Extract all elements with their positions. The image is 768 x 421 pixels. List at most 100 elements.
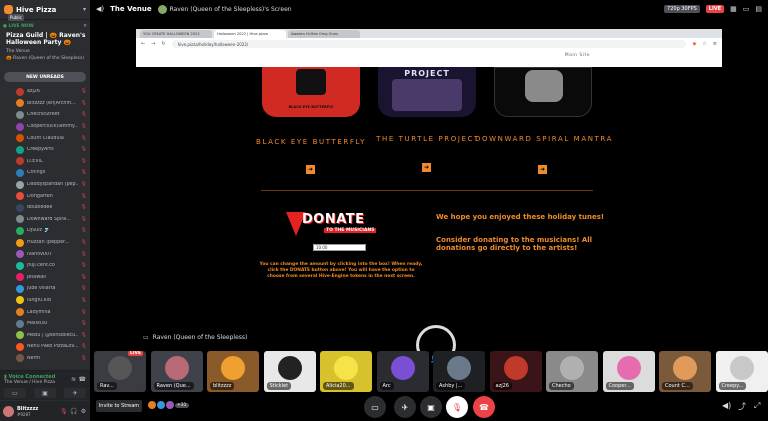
- avatar: [16, 145, 24, 154]
- voice-user-name: MeBu | @sensiblecu...: [27, 332, 78, 338]
- participant-tile[interactable]: Creepy...: [715, 351, 768, 392]
- browser-tab[interactable]: Halloween 2022 | Hive.pizza: [214, 30, 286, 38]
- avatar: [729, 356, 754, 380]
- voice-user-row[interactable]: Dorigarten 🎙: [0, 190, 90, 202]
- gear-icon[interactable]: ⚙: [80, 408, 87, 415]
- voice-location[interactable]: The Venue / Hive Pizza: [4, 380, 55, 385]
- voice-user-row[interactable]: Count Claudula 🎙: [0, 132, 90, 144]
- voice-user-row[interactable]: Nerm 🎙: [0, 353, 90, 365]
- voice-user-row[interactable]: D.EVIL 🎙: [0, 156, 90, 168]
- fullscreen-icon[interactable]: ⤢: [754, 401, 760, 411]
- stream-title[interactable]: Raven (Queen of the Sleepless)'s Screen: [157, 4, 292, 14]
- avatar: [16, 203, 24, 212]
- play-album-button[interactable]: ➜: [422, 163, 431, 172]
- headphones-icon[interactable]: 🎧: [70, 408, 77, 415]
- camera-button[interactable]: ▭: [4, 388, 26, 398]
- screen-share-button[interactable]: ▣: [420, 396, 442, 418]
- activity-button[interactable]: ✈: [64, 388, 86, 398]
- activity-button[interactable]: ✈: [394, 396, 416, 418]
- disconnect-icon[interactable]: ☎: [79, 376, 86, 383]
- voice-user-row[interactable]: blitzzzz (elf|Archm... 🎙: [0, 98, 90, 110]
- voice-user-row[interactable]: ChechoStreet 🎙: [0, 109, 90, 121]
- avatar: [164, 356, 189, 380]
- participant-name: Raven (Que...: [153, 382, 194, 390]
- avatar: [16, 192, 24, 201]
- event-title[interactable]: Pizza Guild | 🎃 Raven's Halloween Party …: [6, 32, 86, 46]
- mute-mic-icon[interactable]: 🎙: [60, 408, 68, 415]
- voice-user-row[interactable]: Huzzah (pepper... 🎙: [0, 237, 90, 249]
- participant-name: Ashby |...: [436, 382, 466, 390]
- donate-button[interactable]: DONATE TO THE MUSICIANS: [286, 212, 396, 240]
- browser-tab[interactable]: Awaken Hi-fide Omg Ones: [288, 30, 360, 38]
- voice-user-row[interactable]: azj26 🎙: [0, 86, 90, 98]
- voice-user-name: doubledee: [27, 205, 53, 211]
- avatar: [157, 4, 167, 14]
- voice-user-row[interactable]: Downward Spira... 🎙: [0, 214, 90, 226]
- volume-icon[interactable]: ◀): [722, 401, 731, 410]
- noise-icon[interactable]: ≋: [71, 376, 76, 383]
- voice-user-row[interactable]: MeBu | @sensiblecu... 🎙: [0, 329, 90, 341]
- voice-user-row[interactable]: Ladymina 🎙: [0, 306, 90, 318]
- avatar[interactable]: [3, 405, 14, 417]
- reload-icon[interactable]: ↻: [161, 41, 165, 47]
- voice-user-row[interactable]: DJSulz 🎐 🎙: [0, 225, 90, 237]
- viewer-avatars[interactable]: +31: [148, 401, 189, 409]
- voice-user-row[interactable]: CreepyArts 🎙: [0, 144, 90, 156]
- muted-mic-icon: 🎙: [81, 135, 87, 141]
- participant-tile[interactable]: Checho: [546, 351, 598, 392]
- participant-tile[interactable]: Sticklet: [263, 351, 316, 392]
- url-bar[interactable]: hive.pizza/holiday/halloween-2022/: [171, 39, 687, 48]
- participant-name: Count C...: [662, 382, 693, 390]
- focus-layout-icon[interactable]: ▭: [743, 5, 750, 13]
- bookmark-icon[interactable]: ☆: [702, 41, 706, 47]
- popout-icon[interactable]: ⤴: [738, 401, 746, 412]
- album-art-turtle-project[interactable]: PROJECT: [378, 67, 476, 117]
- voice-user-row[interactable]: Daddyspandan (pep... 🎙: [0, 179, 90, 191]
- menu-icon[interactable]: ≡: [713, 41, 717, 47]
- grid-layout-icon[interactable]: ▦: [730, 5, 737, 13]
- invite-to-stream-button[interactable]: Invite to Stream: [96, 400, 142, 412]
- participant-tile[interactable]: Ashby |...: [433, 351, 485, 392]
- voice-user-row[interactable]: Maixo30 🎙: [0, 318, 90, 330]
- play-album-button[interactable]: ➜: [306, 165, 315, 174]
- voice-user-row[interactable]: lungfu.kid 🎙: [0, 295, 90, 307]
- muted-mic-icon: 🎙: [81, 112, 87, 118]
- album-art-downward-spiral-mantra[interactable]: [494, 67, 592, 117]
- main-site-link[interactable]: Main Site: [565, 53, 590, 58]
- participant-tile[interactable]: blitzzzz: [207, 351, 259, 392]
- participant-tile[interactable]: azj26: [489, 351, 542, 392]
- voice-user-row[interactable]: ivanov007 🎙: [0, 248, 90, 260]
- close-icon[interactable]: ✕: [83, 24, 87, 29]
- voice-user-row[interactable]: Cthings 🎙: [0, 167, 90, 179]
- screen-share-button[interactable]: ▣: [34, 388, 56, 398]
- voice-user-row[interactable]: doubledee 🎙: [0, 202, 90, 214]
- participant-tile[interactable]: Arc: [376, 351, 429, 392]
- participant-tile[interactable]: Rav... LIVE: [94, 351, 146, 392]
- donation-amount-input[interactable]: 10.00: [313, 244, 366, 251]
- camera-button[interactable]: ▭: [364, 396, 386, 418]
- muted-mic-icon: 🎙: [81, 263, 87, 269]
- chat-icon[interactable]: ▤: [755, 5, 762, 13]
- disconnect-button[interactable]: ☎: [473, 396, 495, 418]
- voice-user-row[interactable]: jfuji.cent.co 🎙: [0, 260, 90, 272]
- back-icon[interactable]: ←: [141, 41, 145, 47]
- play-album-button[interactable]: ➜: [538, 165, 547, 174]
- participant-tile[interactable]: Cooper...: [602, 351, 655, 392]
- mute-mic-button[interactable]: 🎙: [446, 396, 468, 418]
- avatar: [148, 401, 156, 409]
- participant-tile[interactable]: Count C...: [659, 351, 711, 392]
- voice-user-name: Nehu Pako PizzaLov...: [27, 344, 78, 350]
- new-unreads-button[interactable]: NEW UNREADS: [4, 72, 86, 82]
- participant-tile[interactable]: Alicia20...: [320, 351, 372, 392]
- forward-icon[interactable]: →: [151, 41, 155, 47]
- brave-shield-icon[interactable]: ◆: [692, 41, 696, 47]
- chevron-down-icon[interactable]: ▾: [83, 6, 86, 13]
- album-art-black-eye-butterfly[interactable]: BLACK EYE BUTTERFLY: [262, 67, 360, 117]
- voice-user-row[interactable]: jude villarta 🎙: [0, 283, 90, 295]
- user-info[interactable]: Blitzzzz #9287: [17, 406, 57, 417]
- voice-user-row[interactable]: Nehu Pako PizzaLov... 🎙: [0, 341, 90, 353]
- voice-user-row[interactable]: Coopercluck(lammy... 🎙: [0, 121, 90, 133]
- voice-user-row[interactable]: Jesswall 🎙: [0, 272, 90, 284]
- browser-tab[interactable]: YOU CREATE HALLOWEEN 2022: [140, 30, 212, 38]
- participant-tile[interactable]: Raven (Que...: [150, 351, 203, 392]
